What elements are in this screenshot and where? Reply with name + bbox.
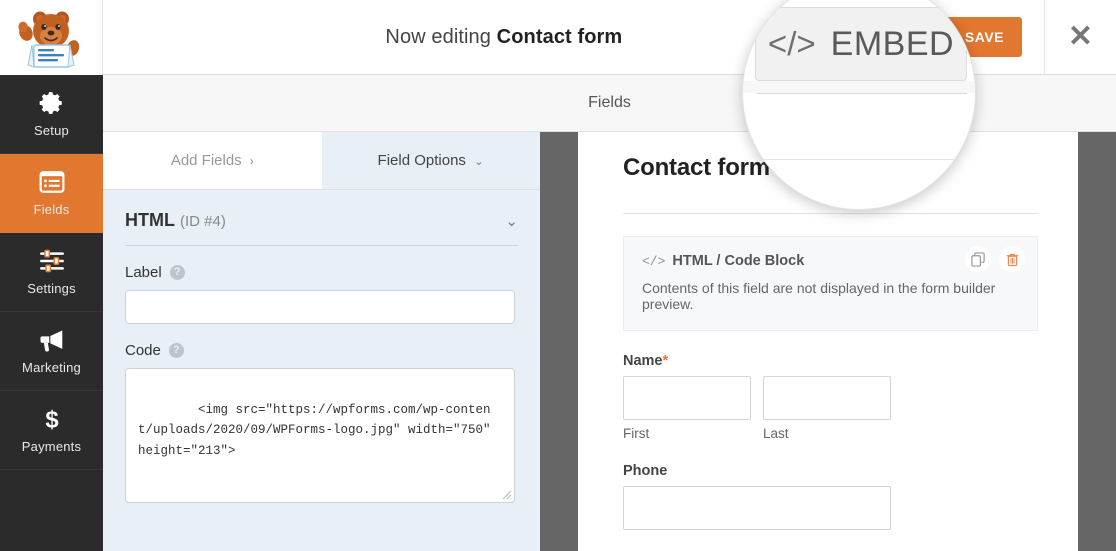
- sidebar-item-setup[interactable]: Setup: [0, 75, 103, 154]
- editing-prefix: Now editing: [385, 26, 496, 48]
- megaphone-icon: [39, 327, 65, 353]
- sidebar-item-label: Marketing: [22, 360, 81, 375]
- duplicate-field-button[interactable]: [965, 246, 991, 272]
- magnifier-callout: </> EMBED: [742, 0, 976, 210]
- sidebar-item-label: Setup: [34, 123, 69, 138]
- gear-icon: [39, 90, 65, 116]
- name-first-sublabel: First: [623, 426, 751, 441]
- sidebar-item-fields[interactable]: Fields: [0, 154, 103, 233]
- trash-icon: [1005, 252, 1020, 267]
- dollar-icon: $: [39, 406, 65, 432]
- phone-input[interactable]: [623, 486, 891, 530]
- name-subfields-row: First Last: [623, 376, 1038, 441]
- preview-field-name[interactable]: Name* First Last: [623, 353, 1038, 441]
- preview-field-label: Phone: [623, 463, 1038, 479]
- page-title: Now editing Contact form: [103, 26, 795, 49]
- svg-text:$: $: [45, 407, 58, 432]
- field-options-body: HTML (ID #4) ⌄ Label ? Code ? <img src="…: [103, 190, 540, 503]
- name-last-column: Last: [763, 376, 891, 441]
- field-type-title: HTML (ID #4): [125, 210, 226, 231]
- field-type-label: HTML: [125, 210, 175, 230]
- label-option-text: Label: [125, 264, 162, 281]
- magnified-subbar-line: [743, 159, 976, 160]
- name-last-sublabel: Last: [763, 426, 891, 441]
- wpforms-logo: [0, 0, 103, 75]
- required-asterisk: *: [663, 353, 669, 369]
- sidebar-item-label: Fields: [34, 202, 70, 217]
- tab-add-fields[interactable]: Add Fields ›: [103, 132, 322, 189]
- html-block-header: </> HTML / Code Block: [642, 253, 1019, 269]
- code-brackets-icon: </>: [642, 254, 665, 269]
- sidebar-item-label: Settings: [27, 281, 76, 296]
- help-icon[interactable]: ?: [170, 265, 185, 280]
- help-icon[interactable]: ?: [169, 343, 184, 358]
- preview-field-label-text: Name: [623, 353, 663, 369]
- duplicate-icon: [971, 252, 986, 267]
- field-id-label: (ID #4): [180, 213, 226, 230]
- sidebar-item-marketing[interactable]: Marketing: [0, 312, 103, 391]
- preview-field-label-text: Phone: [623, 463, 667, 479]
- tab-field-options[interactable]: Field Options ⌄: [322, 132, 541, 189]
- field-options-header[interactable]: HTML (ID #4) ⌄: [125, 210, 518, 246]
- preview-scrollbar[interactable]: [1078, 132, 1116, 551]
- wpforms-form-builder: Now editing Contact form </> EMBED SAVE …: [0, 0, 1116, 551]
- panel-divider-scrollbar[interactable]: [540, 132, 578, 551]
- magnifier-content: </> EMBED: [743, 0, 975, 209]
- field-options-panel: Add Fields › Field Options ⌄ HTML (ID #4…: [103, 132, 540, 551]
- close-icon: ✕: [1068, 22, 1093, 52]
- field-actions: [965, 246, 1025, 272]
- preview-field-html-block[interactable]: </> HTML / Code Block Contents of this f…: [623, 236, 1038, 331]
- name-first-input[interactable]: [623, 376, 751, 420]
- editing-form-name: Contact form: [497, 26, 623, 48]
- sidebar-item-payments[interactable]: $ Payments: [0, 391, 103, 470]
- magnified-embed-button[interactable]: </> EMBED: [755, 7, 967, 81]
- preview-field-label: Name*: [623, 353, 1038, 369]
- fields-icon: [39, 169, 65, 195]
- code-option-label: Code ?: [125, 342, 518, 359]
- magnified-divider-line: [757, 93, 967, 94]
- bear-mascot-icon: [14, 5, 88, 69]
- label-option-label: Label ?: [125, 264, 518, 281]
- magnified-header-band: [743, 81, 976, 93]
- delete-field-button[interactable]: [999, 246, 1025, 272]
- html-block-title: HTML / Code Block: [672, 253, 804, 269]
- code-option-text: Code: [125, 342, 161, 359]
- name-first-column: First: [623, 376, 751, 441]
- code-brackets-icon: </>: [768, 25, 816, 63]
- code-textarea[interactable]: <img src="https://wpforms.com/wp-content…: [125, 368, 515, 503]
- label-input[interactable]: [125, 290, 515, 324]
- preview-field-phone[interactable]: Phone: [623, 463, 1038, 530]
- sliders-icon: [39, 248, 65, 274]
- panel-title: Fields: [588, 94, 631, 112]
- close-builder-button[interactable]: ✕: [1044, 0, 1116, 75]
- name-last-input[interactable]: [763, 376, 891, 420]
- chevron-right-icon: ›: [250, 154, 254, 168]
- title-divider: [623, 213, 1038, 214]
- resize-grip-icon[interactable]: [501, 489, 512, 500]
- panel-tabs: Add Fields › Field Options ⌄: [103, 132, 540, 190]
- builder-sidebar: Setup Fields Settings: [0, 75, 103, 551]
- collapse-chevron-icon: ⌄: [505, 212, 518, 230]
- sidebar-item-settings[interactable]: Settings: [0, 233, 103, 312]
- code-textarea-value: <img src="https://wpforms.com/wp-content…: [138, 403, 498, 458]
- html-block-note: Contents of this field are not displayed…: [642, 280, 1019, 312]
- sidebar-item-label: Payments: [22, 439, 81, 454]
- tab-field-options-label: Field Options: [378, 152, 466, 169]
- chevron-down-icon: ⌄: [474, 154, 484, 168]
- magnified-embed-label: EMBED: [831, 25, 954, 64]
- tab-add-fields-label: Add Fields: [171, 152, 242, 169]
